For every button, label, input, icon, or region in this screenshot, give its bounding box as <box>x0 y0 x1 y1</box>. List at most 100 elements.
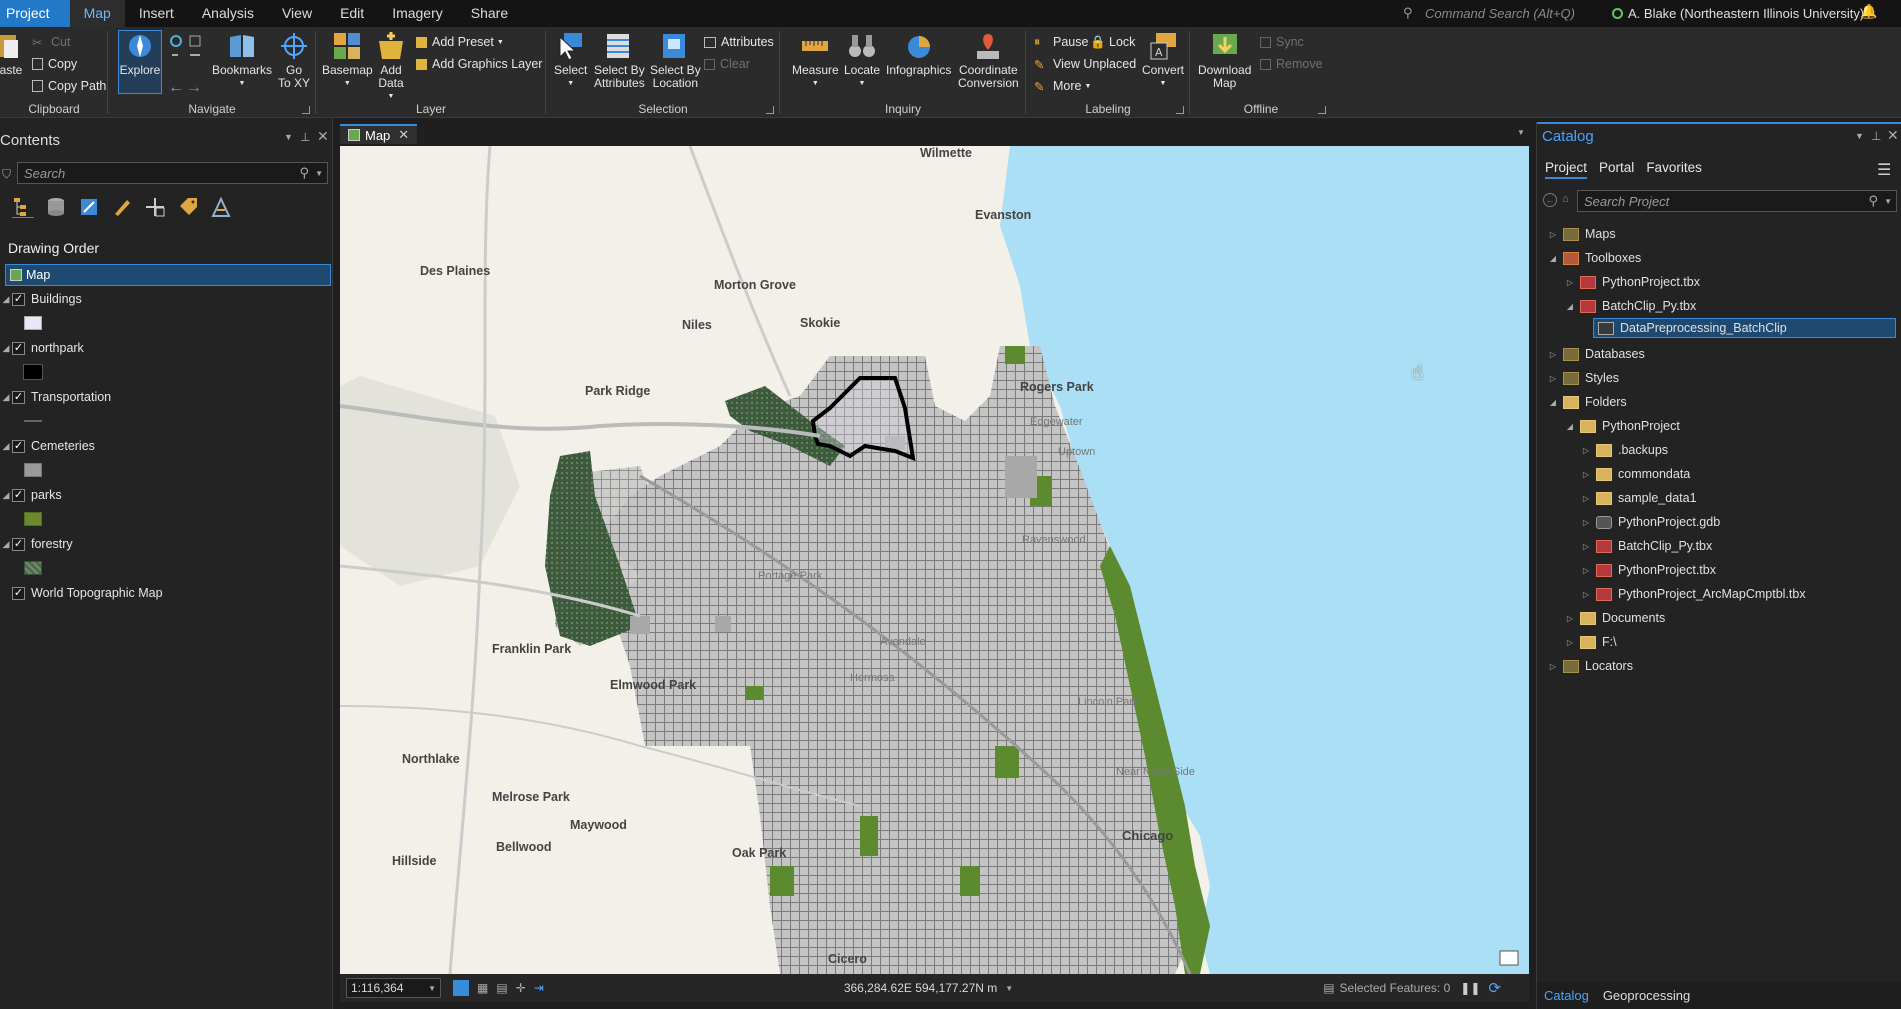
collapse-triangle-icon[interactable]: ◢ <box>0 343 12 354</box>
expand-triangle-icon[interactable]: ▷ <box>1580 470 1592 479</box>
expand-triangle-icon[interactable]: ▷ <box>1547 662 1559 671</box>
collapse-triangle-icon[interactable]: ◢ <box>0 294 12 305</box>
list-by-drawing-order-icon[interactable] <box>12 196 34 218</box>
expand-triangle-icon[interactable]: ▷ <box>1564 614 1576 623</box>
notification-bell-icon[interactable]: 🔔 <box>1860 3 1877 20</box>
layer-row-forestry[interactable]: ◢ ✓ forestry <box>0 534 73 554</box>
bottom-tab-geoprocessing[interactable]: Geoprocessing <box>1596 988 1697 1003</box>
tree-item-arcmap-cmptbl-tbx[interactable]: ▷ PythonProject_ArcMapCmptbl.tbx <box>1580 584 1806 604</box>
convert-button[interactable]: A Convert ▼ <box>1142 31 1184 90</box>
tree-item-batchclip-tbx-folder[interactable]: ▷ BatchClip_Py.tbx <box>1580 536 1712 556</box>
tab-share[interactable]: Share <box>457 0 522 27</box>
tab-analysis[interactable]: Analysis <box>188 0 268 27</box>
remove-button[interactable]: Remove <box>1260 54 1323 74</box>
layer-row-world-topographic-map[interactable]: ✓ World Topographic Map <box>0 583 163 603</box>
list-by-editing-icon[interactable] <box>111 196 133 218</box>
list-by-labeling-icon[interactable] <box>177 196 199 218</box>
offline-launcher-icon[interactable] <box>1318 106 1326 114</box>
collapse-triangle-icon[interactable]: ◢ <box>1564 302 1576 311</box>
tree-item-folders[interactable]: ◢ Folders <box>1547 392 1627 412</box>
tree-item-f-drive[interactable]: ▷ F:\ <box>1564 632 1617 652</box>
add-preset-button[interactable]: Add Preset ▼ <box>416 32 504 52</box>
expand-triangle-icon[interactable]: ▷ <box>1547 230 1559 239</box>
close-icon[interactable]: ✕ <box>398 127 409 143</box>
basemap-button[interactable]: Basemap ▼ <box>322 31 373 90</box>
forestry-symbol-swatch[interactable] <box>24 561 42 575</box>
list-by-snapping-icon[interactable] <box>144 196 166 218</box>
expand-triangle-icon[interactable]: ▷ <box>1580 590 1592 599</box>
tree-item-pythonproject-tbx[interactable]: ▷ PythonProject.tbx <box>1564 272 1700 292</box>
tree-item-toolboxes[interactable]: ◢ Toolboxes <box>1547 248 1641 268</box>
tree-item-pythonproject-gdb[interactable]: ▷ PythonProject.gdb <box>1580 512 1720 532</box>
tree-item-backups[interactable]: ▷ .backups <box>1580 440 1668 460</box>
map-view-tab[interactable]: Map ✕ <box>340 124 418 144</box>
map-layer-row[interactable]: Map <box>5 264 331 286</box>
copy-button[interactable]: Copy <box>32 54 77 74</box>
attributes-button[interactable]: Attributes <box>704 32 774 52</box>
list-by-source-icon[interactable] <box>45 196 67 218</box>
view-options-chevron-icon[interactable]: ▼ <box>1517 128 1525 137</box>
coordinate-conversion-button[interactable]: Coordinate Conversion <box>958 31 1019 90</box>
tree-item-databases[interactable]: ▷ Databases <box>1547 344 1645 364</box>
selection-launcher-icon[interactable] <box>766 106 774 114</box>
tab-project[interactable]: Project <box>0 0 70 27</box>
sync-button[interactable]: Sync <box>1260 32 1304 52</box>
list-by-selection-icon[interactable] <box>78 196 100 218</box>
layer-visibility-checkbox[interactable]: ✓ <box>12 586 25 600</box>
parks-symbol-swatch[interactable] <box>24 512 42 526</box>
pane-options-icon[interactable]: ▼ <box>1855 131 1864 141</box>
northpark-symbol-swatch[interactable] <box>23 364 43 380</box>
expand-triangle-icon[interactable]: ▷ <box>1564 278 1576 287</box>
labeling-launcher-icon[interactable] <box>1176 106 1184 114</box>
expand-triangle-icon[interactable]: ▷ <box>1564 638 1576 647</box>
tree-item-maps[interactable]: ▷ Maps <box>1547 224 1616 244</box>
pin-icon[interactable]: ⊥ <box>300 130 310 144</box>
pause-drawing-icon[interactable]: ❚❚ <box>1460 981 1480 995</box>
navigate-launcher-icon[interactable] <box>302 106 310 114</box>
catalog-tab-project[interactable]: Project <box>1545 160 1588 179</box>
catalog-search-input[interactable]: Search Project ⚲ ▼ <box>1577 190 1897 212</box>
back-arrow-icon[interactable]: ← <box>1543 193 1557 207</box>
collapse-triangle-icon[interactable]: ◢ <box>0 539 12 550</box>
expand-triangle-icon[interactable]: ▷ <box>1580 566 1592 575</box>
snapping-icon[interactable]: ✛ <box>516 981 526 995</box>
nav-mode-icon[interactable] <box>453 980 469 996</box>
tree-item-commondata[interactable]: ▷ commondata <box>1580 464 1690 484</box>
expand-triangle-icon[interactable]: ▷ <box>1547 374 1559 383</box>
view-unplaced-button[interactable]: ✎ View Unplaced <box>1034 54 1136 74</box>
select-button[interactable]: Select ▼ <box>554 31 587 90</box>
tab-view[interactable]: View <box>268 0 326 27</box>
select-by-location-button[interactable]: Select By Location <box>650 31 701 90</box>
transportation-symbol-swatch[interactable] <box>24 420 42 422</box>
hamburger-menu-icon[interactable]: ☰ <box>1877 160 1891 180</box>
close-icon[interactable]: ✕ <box>317 128 329 145</box>
expand-triangle-icon[interactable]: ▷ <box>1580 542 1592 551</box>
tab-insert[interactable]: Insert <box>125 0 188 27</box>
pin-icon[interactable]: ⊥ <box>1871 129 1881 143</box>
tree-item-batchclip-tbx[interactable]: ◢ BatchClip_Py.tbx <box>1564 296 1696 316</box>
select-by-attributes-button[interactable]: Select By Attributes <box>594 31 645 90</box>
collapse-triangle-icon[interactable]: ◢ <box>1547 398 1559 407</box>
collapse-triangle-icon[interactable]: ◢ <box>1547 254 1559 263</box>
selection-table-icon[interactable]: ▤ <box>1323 981 1334 995</box>
tab-edit[interactable]: Edit <box>326 0 378 27</box>
layer-row-buildings[interactable]: ◢ ✓ Buildings <box>0 289 82 309</box>
infographics-button[interactable]: Infographics <box>886 31 951 77</box>
layer-visibility-checkbox[interactable]: ✓ <box>12 341 25 355</box>
cemeteries-symbol-swatch[interactable] <box>24 463 42 477</box>
tab-map[interactable]: Map <box>69 0 125 27</box>
collapse-triangle-icon[interactable]: ◢ <box>0 392 12 403</box>
grid-icon[interactable]: ▦ <box>477 981 488 995</box>
collapse-triangle-icon[interactable]: ◢ <box>0 441 12 452</box>
more-labeling-button[interactable]: ✎ More ▼ <box>1034 76 1091 96</box>
tree-item-styles[interactable]: ▷ Styles <box>1547 368 1619 388</box>
filter-icon[interactable]: ⛉ <box>2 167 11 182</box>
pause-labeling-button[interactable]: ⏸ Pause <box>1034 32 1088 52</box>
layer-visibility-checkbox[interactable]: ✓ <box>12 537 25 551</box>
map-canvas[interactable]: Wilmette Evanston Des Plaines Morton Gro… <box>340 146 1529 974</box>
add-graphics-layer-button[interactable]: Add Graphics Layer <box>416 54 542 74</box>
expand-triangle-icon[interactable]: ▷ <box>1580 518 1592 527</box>
layer-row-parks[interactable]: ◢ ✓ parks <box>0 485 62 505</box>
lock-labeling-button[interactable]: 🔒 Lock <box>1090 32 1135 52</box>
pane-options-icon[interactable]: ▼ <box>284 132 293 142</box>
